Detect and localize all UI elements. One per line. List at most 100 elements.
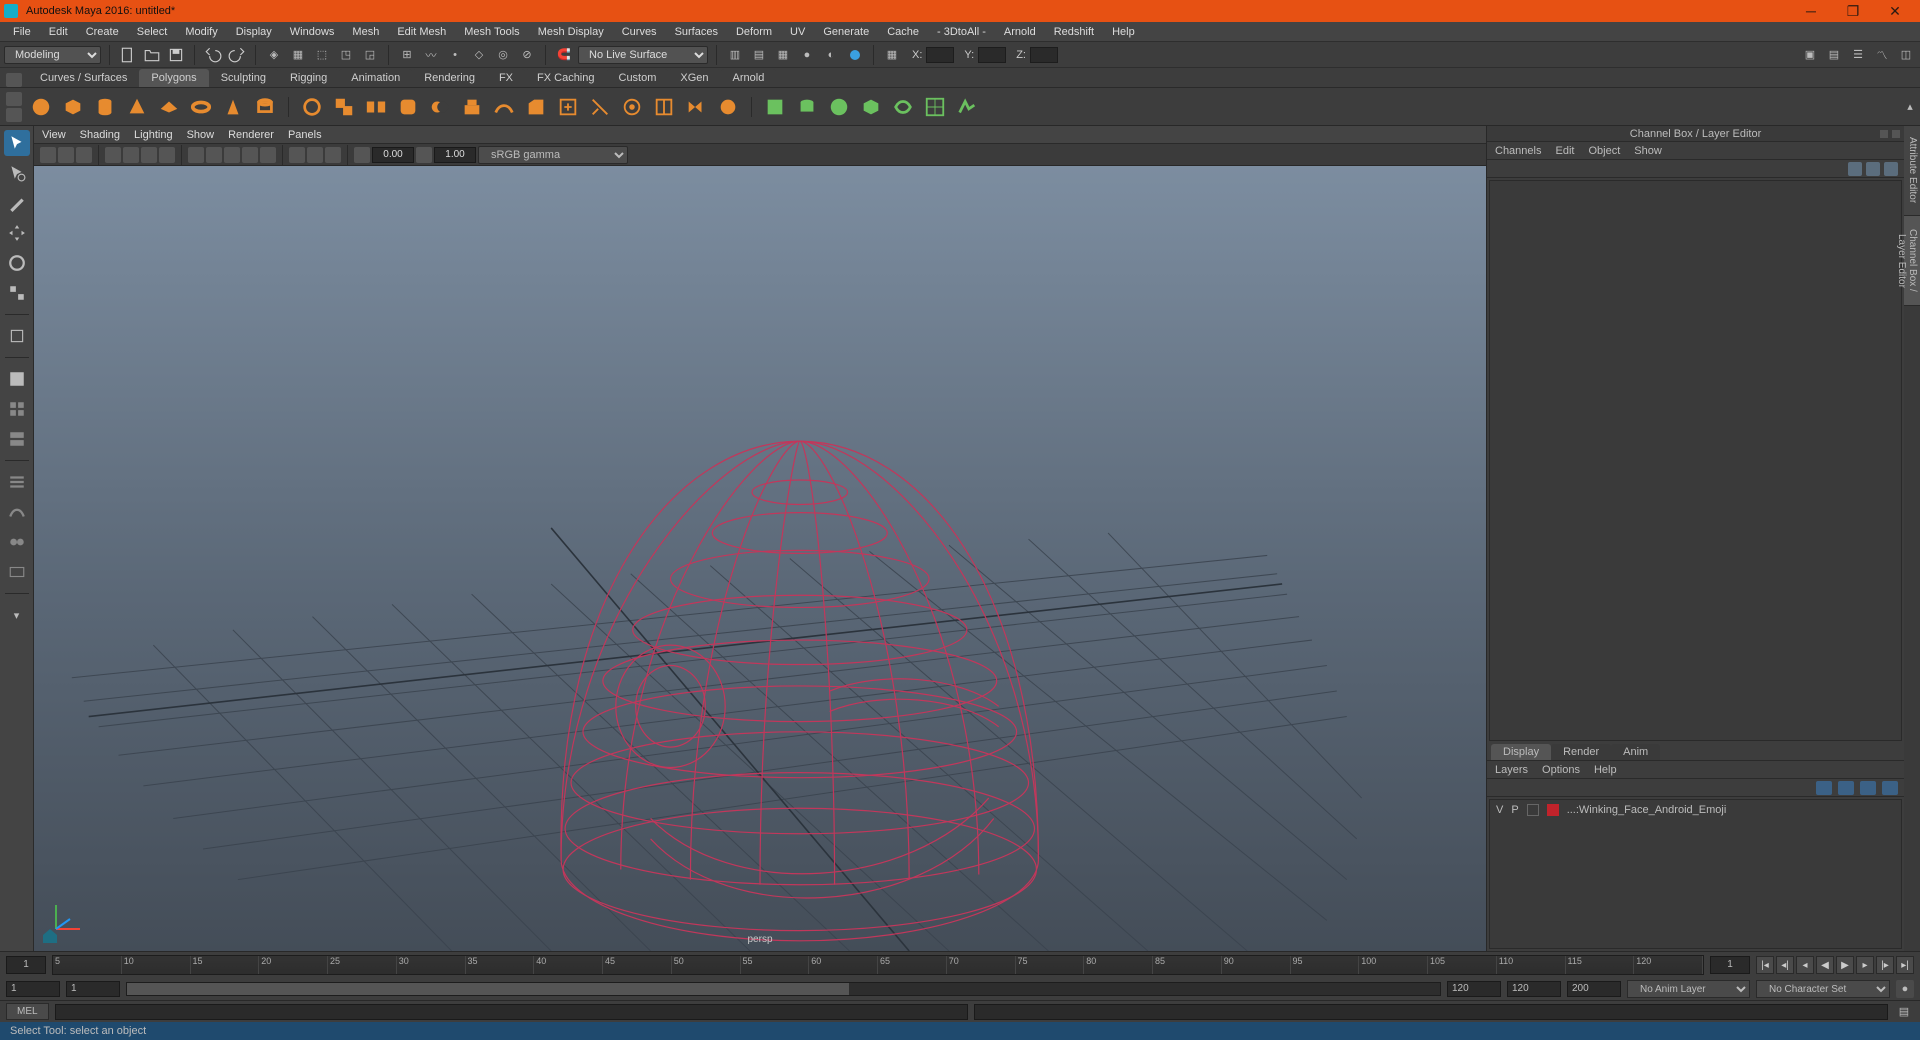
rotate-tool-icon[interactable] [4, 250, 30, 276]
range-out[interactable]: 120 [1447, 981, 1501, 997]
film-gate-icon[interactable] [123, 147, 139, 163]
uv-unfold-icon[interactable] [954, 94, 980, 120]
uv-spherical-icon[interactable] [826, 94, 852, 120]
menu-windows[interactable]: Windows [281, 24, 344, 40]
play-back-icon[interactable]: ◀ [1816, 956, 1834, 974]
panel-menu-lighting[interactable]: Lighting [134, 129, 173, 141]
panel-menu-renderer[interactable]: Renderer [228, 129, 274, 141]
shaded-icon[interactable]: ● [797, 45, 817, 65]
xray-icon[interactable]: ▤ [749, 45, 769, 65]
poly-prism-icon[interactable] [220, 94, 246, 120]
cb-icon-3[interactable] [1884, 162, 1898, 176]
uv-planar-icon[interactable] [762, 94, 788, 120]
menu-edit[interactable]: Edit [40, 24, 77, 40]
layer-color-swatch[interactable] [1547, 804, 1559, 816]
coord-y-input[interactable] [978, 47, 1006, 63]
panel-menu-shading[interactable]: Shading [80, 129, 120, 141]
poly-bridge-icon[interactable] [491, 94, 517, 120]
go-start-icon[interactable]: |◂ [1756, 956, 1774, 974]
poly-smooth-icon[interactable] [395, 94, 421, 120]
poly-insert-edge-icon[interactable] [651, 94, 677, 120]
save-scene-icon[interactable] [166, 45, 186, 65]
poly-type-icon[interactable] [299, 94, 325, 120]
image-plane-icon[interactable] [76, 147, 92, 163]
command-input[interactable] [55, 1004, 969, 1020]
poly-booleans-icon[interactable] [427, 94, 453, 120]
time-slider[interactable]: 1 51015202530354045505560657075808590951… [0, 952, 1920, 978]
shelf-tab-xgen[interactable]: XGen [668, 69, 720, 87]
shelf-tab-sculpting[interactable]: Sculpting [209, 69, 278, 87]
graph-toggle-icon[interactable] [4, 499, 30, 525]
snap-curve-icon[interactable]: 〰 [421, 45, 441, 65]
shelf-tab-rigging[interactable]: Rigging [278, 69, 339, 87]
shelf-expand-icon[interactable]: ▴ [1900, 97, 1920, 117]
window-maximize-button[interactable]: ❐ [1832, 0, 1874, 22]
poly-cone-icon[interactable] [124, 94, 150, 120]
graph-editor-icon[interactable]: 〽 [1872, 45, 1892, 65]
select-mode-icon[interactable]: ◈ [264, 45, 284, 65]
layer-icon-2[interactable] [1838, 781, 1854, 795]
use-lights-icon[interactable] [242, 147, 258, 163]
range-start[interactable]: 1 [6, 981, 60, 997]
snap-live-icon[interactable]: ◎ [493, 45, 513, 65]
panel-menu-show[interactable]: Show [187, 129, 215, 141]
range-fps[interactable]: 200 [1567, 981, 1621, 997]
shadows-icon[interactable] [260, 147, 276, 163]
layer-icon-1[interactable] [1816, 781, 1832, 795]
shelf-layout-toggle[interactable] [6, 92, 22, 122]
timeline-current-frame[interactable]: 1 [6, 956, 46, 974]
command-language-label[interactable]: MEL [6, 1003, 49, 1020]
layer-template-box[interactable] [1527, 804, 1539, 816]
select-mask-icon[interactable]: ▦ [288, 45, 308, 65]
window-close-button[interactable]: ✕ [1874, 0, 1916, 22]
panel-menu-view[interactable]: View [42, 129, 66, 141]
outliner-icon[interactable]: ☰ [1848, 45, 1868, 65]
cb-menu-edit[interactable]: Edit [1555, 145, 1574, 157]
poly-separate-icon[interactable] [363, 94, 389, 120]
menu-arnold[interactable]: Arnold [995, 24, 1045, 40]
new-scene-icon[interactable] [118, 45, 138, 65]
menu-mesh-display[interactable]: Mesh Display [529, 24, 613, 40]
live-surface-dropdown[interactable]: No Live Surface [578, 46, 708, 64]
menu-generate[interactable]: Generate [814, 24, 878, 40]
menu-mesh[interactable]: Mesh [343, 24, 388, 40]
select-object-icon[interactable]: ◳ [336, 45, 356, 65]
cb-menu-show[interactable]: Show [1634, 145, 1662, 157]
anim-layer-dropdown[interactable]: No Anim Layer [1627, 980, 1750, 998]
grid-toggle-icon[interactable]: ▦ [882, 45, 902, 65]
layer-visibility[interactable]: V [1496, 804, 1503, 816]
shaded-display-icon[interactable] [206, 147, 222, 163]
layer-menu-options[interactable]: Options [1542, 764, 1580, 776]
menu-curves[interactable]: Curves [613, 24, 666, 40]
poly-combine-icon[interactable] [331, 94, 357, 120]
poly-plane-icon[interactable] [156, 94, 182, 120]
uv-auto-icon[interactable] [858, 94, 884, 120]
paint-select-tool-icon[interactable] [4, 190, 30, 216]
renderview-toggle-icon[interactable] [4, 559, 30, 585]
layer-tab-render[interactable]: Render [1551, 744, 1611, 760]
cb-menu-channels[interactable]: Channels [1495, 145, 1541, 157]
lasso-tool-icon[interactable] [4, 160, 30, 186]
resolution-gate-icon[interactable] [141, 147, 157, 163]
snap-toggle-icon[interactable]: ⊘ [517, 45, 537, 65]
grid-icon[interactable] [105, 147, 121, 163]
step-back-key-icon[interactable]: ◂| [1776, 956, 1794, 974]
menu-mesh-tools[interactable]: Mesh Tools [455, 24, 528, 40]
range-end[interactable]: 120 [1507, 981, 1561, 997]
hypershade-icon[interactable]: ▤ [1824, 45, 1844, 65]
play-fwd-icon[interactable]: ▶ [1836, 956, 1854, 974]
layer-menu-help[interactable]: Help [1594, 764, 1617, 776]
gamma-value[interactable]: 1.00 [434, 147, 476, 163]
open-scene-icon[interactable] [142, 45, 162, 65]
layer-tab-anim[interactable]: Anim [1611, 744, 1660, 760]
menu-modify[interactable]: Modify [176, 24, 226, 40]
character-set-dropdown[interactable]: No Character Set [1756, 980, 1890, 998]
side-tab-attribute-editor[interactable]: Attribute Editor [1904, 126, 1920, 216]
poly-extrude-icon[interactable] [459, 94, 485, 120]
wireframe-icon[interactable]: ▦ [773, 45, 793, 65]
poly-append-icon[interactable] [555, 94, 581, 120]
panel-menu-panels[interactable]: Panels [288, 129, 322, 141]
layer-row[interactable]: V P ...:Winking_Face_Android_Emoji [1490, 800, 1901, 820]
go-end-icon[interactable]: ▸| [1896, 956, 1914, 974]
poly-cylinder-icon[interactable] [92, 94, 118, 120]
